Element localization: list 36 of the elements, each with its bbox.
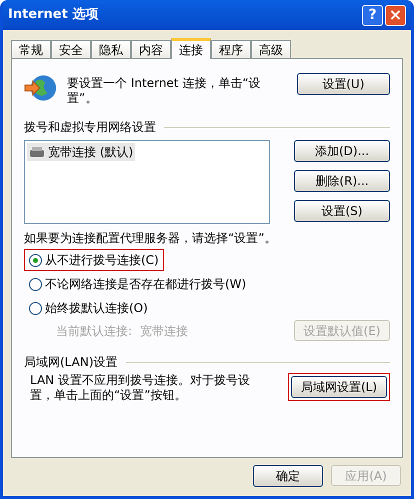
- radio-button[interactable]: [29, 254, 42, 266]
- help-button[interactable]: ?: [362, 4, 383, 26]
- lan-settings-button[interactable]: 局域网设置(L): [291, 376, 387, 398]
- setup-text: 要设置一个 Internet 连接，单击“设置”。: [67, 75, 262, 106]
- current-default-value: 宽带连接: [140, 322, 188, 340]
- tab[interactable]: 内容: [131, 40, 171, 58]
- radio-button[interactable]: [29, 278, 42, 290]
- tab[interactable]: 高级: [251, 40, 291, 58]
- setup-button[interactable]: 设置(U): [296, 73, 390, 95]
- radio-label: 从不进行拨号连接(C): [45, 252, 159, 269]
- section-heading: 局域网(LAN)设置: [24, 354, 118, 371]
- current-default-label: 当前默认连接:: [56, 322, 132, 340]
- connection-item[interactable]: 宽带连接 (默认): [27, 143, 136, 161]
- dialup-button[interactable]: 删除(R)...: [294, 170, 390, 192]
- radio-button[interactable]: [29, 302, 42, 314]
- tab[interactable]: 安全: [51, 40, 91, 58]
- dialup-button[interactable]: 添加(D)...: [294, 140, 390, 162]
- dialup-button[interactable]: 设置(S): [294, 200, 390, 222]
- close-button[interactable]: ×: [385, 4, 406, 26]
- radio-label: 始终拨默认连接(O): [45, 300, 148, 317]
- proxy-note: 如果要为连接配置代理服务器，请选择“设置”。: [24, 231, 278, 246]
- radio-option[interactable]: 始终拨默认连接(O): [24, 297, 153, 319]
- tab[interactable]: 常规: [11, 40, 51, 58]
- tab[interactable]: 连接: [171, 38, 211, 59]
- tab[interactable]: 程序: [211, 40, 251, 58]
- radio-label: 不论网络连接是否存在都进行拨号(W): [45, 276, 246, 293]
- window-title: Internet 选项: [8, 6, 100, 24]
- radio-option[interactable]: 从不进行拨号连接(C): [24, 249, 164, 271]
- modem-icon: [29, 145, 45, 159]
- connection-label: 宽带连接 (默认): [48, 144, 134, 161]
- dialog-button[interactable]: 确定: [253, 465, 323, 487]
- lan-text: LAN 设置不应用到拨号连接。对于拨号设置，单击上面的“设置”按钮。: [29, 373, 251, 403]
- globe-arrow-icon: [24, 73, 58, 103]
- tab[interactable]: 隐私: [91, 40, 131, 58]
- radio-option[interactable]: 不论网络连接是否存在都进行拨号(W): [24, 273, 252, 295]
- section-heading: 拨号和虚拟专用网络设置: [24, 119, 156, 136]
